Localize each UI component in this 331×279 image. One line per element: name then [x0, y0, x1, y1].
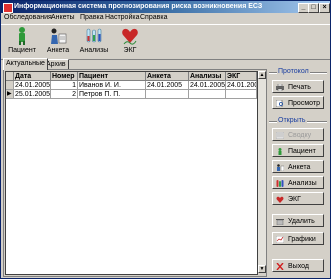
cell-analyses[interactable]: [189, 90, 226, 99]
delete-label: Удалить: [288, 218, 315, 225]
header-indicator: [6, 72, 14, 81]
ecg-button[interactable]: ЭКГ: [272, 192, 324, 205]
window-title: Информационная система прогнозирования р…: [14, 3, 263, 10]
grid-panel: Дата Номер Пациент Анкета Анализы ЭКГ 24…: [3, 69, 267, 277]
patient-icon: [19, 27, 25, 45]
tab-actual[interactable]: Актуальные: [3, 58, 48, 70]
analyses-icon: [86, 28, 102, 43]
summary-button[interactable]: Сводку: [272, 128, 324, 141]
cell-patient[interactable]: Петров П. П.: [78, 90, 146, 99]
cell-date[interactable]: 24.01.2005: [14, 81, 51, 90]
cell-patient[interactable]: Иванов И. И.: [78, 81, 146, 90]
table-header-row: Дата Номер Пациент Анкета Анализы ЭКГ: [6, 72, 257, 81]
menu-edit[interactable]: Правка: [80, 14, 104, 21]
preview-button[interactable]: Просмотр: [272, 96, 324, 109]
toolbar-analyses-button[interactable]: Анализы: [77, 26, 111, 58]
row-indicator: [6, 81, 14, 90]
cell-questionnaire[interactable]: 24.01.2005: [146, 81, 189, 90]
close-button[interactable]: ×: [319, 3, 330, 13]
toolbar-ecg-label: ЭКГ: [123, 47, 137, 54]
toolbar-patient-label: Пациент: [8, 47, 36, 54]
preview-icon: [276, 100, 284, 107]
menu-bar: Обследования Анкеты Правка Настройка Спр…: [1, 13, 330, 24]
cell-analyses[interactable]: 24.01.2005: [189, 81, 226, 90]
title-bar: Информационная система прогнозирования р…: [1, 1, 330, 13]
header-patient[interactable]: Пациент: [78, 72, 146, 81]
toolbar-patient-button[interactable]: Пациент: [5, 26, 39, 58]
table-row[interactable]: ▶ 25.01.2005 2 Петров П. П.: [6, 90, 257, 99]
exit-label: Выход: [288, 263, 309, 270]
header-number[interactable]: Номер: [51, 72, 78, 81]
charts-label: Графики: [288, 236, 316, 243]
protocol-group-label: Протокол: [277, 68, 310, 75]
patient-button[interactable]: Пациент: [272, 144, 324, 157]
scroll-down-icon[interactable]: ▼: [258, 265, 266, 273]
main-window: Информационная система прогнозирования р…: [0, 0, 331, 279]
toolbar-questionnaire-button[interactable]: Анкета: [41, 26, 75, 58]
open-group-label: Открыть: [277, 117, 307, 124]
patient-icon: [278, 148, 282, 155]
header-analyses[interactable]: Анализы: [189, 72, 226, 81]
cell-date[interactable]: 25.01.2005: [14, 90, 51, 99]
summary-icon: [276, 132, 284, 139]
header-date[interactable]: Дата: [14, 72, 51, 81]
menu-settings[interactable]: Настройка: [105, 14, 139, 21]
patient-label: Пациент: [288, 148, 316, 155]
chart-icon: [276, 236, 284, 243]
questionnaire-icon: [51, 28, 67, 44]
header-ecg[interactable]: ЭКГ: [226, 72, 257, 81]
questionnaire-label: Анкета: [288, 164, 311, 171]
delete-button[interactable]: Удалить: [272, 214, 324, 227]
row-indicator-current: ▶: [6, 90, 14, 99]
cell-ecg[interactable]: 24.01.2005: [226, 81, 257, 90]
print-button[interactable]: Печать: [272, 80, 324, 93]
table-row[interactable]: 24.01.2005 1 Иванов И. И. 24.01.2005 24.…: [6, 81, 257, 90]
analyses-button[interactable]: Анализы: [272, 176, 324, 189]
scroll-up-icon[interactable]: ▲: [258, 71, 266, 79]
toolbar-analyses-label: Анализы: [79, 47, 109, 54]
exam-table[interactable]: Дата Номер Пациент Анкета Анализы ЭКГ 24…: [5, 71, 258, 275]
ecg-label: ЭКГ: [288, 196, 301, 203]
printer-icon: [276, 84, 284, 91]
exit-button[interactable]: Выход: [272, 259, 324, 272]
menu-help[interactable]: Справка: [140, 14, 167, 21]
questionnaire-button[interactable]: Анкета: [272, 160, 324, 173]
header-questionnaire[interactable]: Анкета: [146, 72, 189, 81]
toolbar-ecg-button[interactable]: ЭКГ: [113, 26, 147, 58]
menu-questionnaires[interactable]: Анкеты: [51, 14, 75, 21]
summary-label: Сводку: [288, 132, 312, 139]
delete-icon: [276, 219, 284, 225]
cell-ecg[interactable]: [226, 90, 257, 99]
preview-label: Просмотр: [288, 100, 320, 107]
toolbar: Пациент Анкета Анализы ЭКГ: [1, 24, 330, 60]
ecg-icon: [122, 28, 138, 45]
analyses-label: Анализы: [288, 180, 317, 187]
app-icon: [3, 3, 13, 13]
menu-examinations[interactable]: Обследования: [4, 14, 52, 21]
vertical-scrollbar[interactable]: ▲ ▼: [258, 71, 266, 273]
print-label: Печать: [288, 84, 311, 91]
cell-questionnaire[interactable]: [146, 90, 189, 99]
action-panel: Протокол Печать Просмотр Открыть Сводку …: [269, 59, 329, 277]
analyses-icon: [276, 180, 284, 187]
maximize-button[interactable]: □: [308, 3, 319, 13]
exit-icon: [276, 263, 284, 270]
charts-button[interactable]: Графики: [272, 232, 324, 245]
questionnaire-icon: [277, 164, 284, 171]
cell-number[interactable]: 2: [51, 90, 78, 99]
toolbar-questionnaire-label: Анкета: [46, 47, 70, 54]
ecg-icon: [276, 196, 284, 203]
cell-number[interactable]: 1: [51, 81, 78, 90]
